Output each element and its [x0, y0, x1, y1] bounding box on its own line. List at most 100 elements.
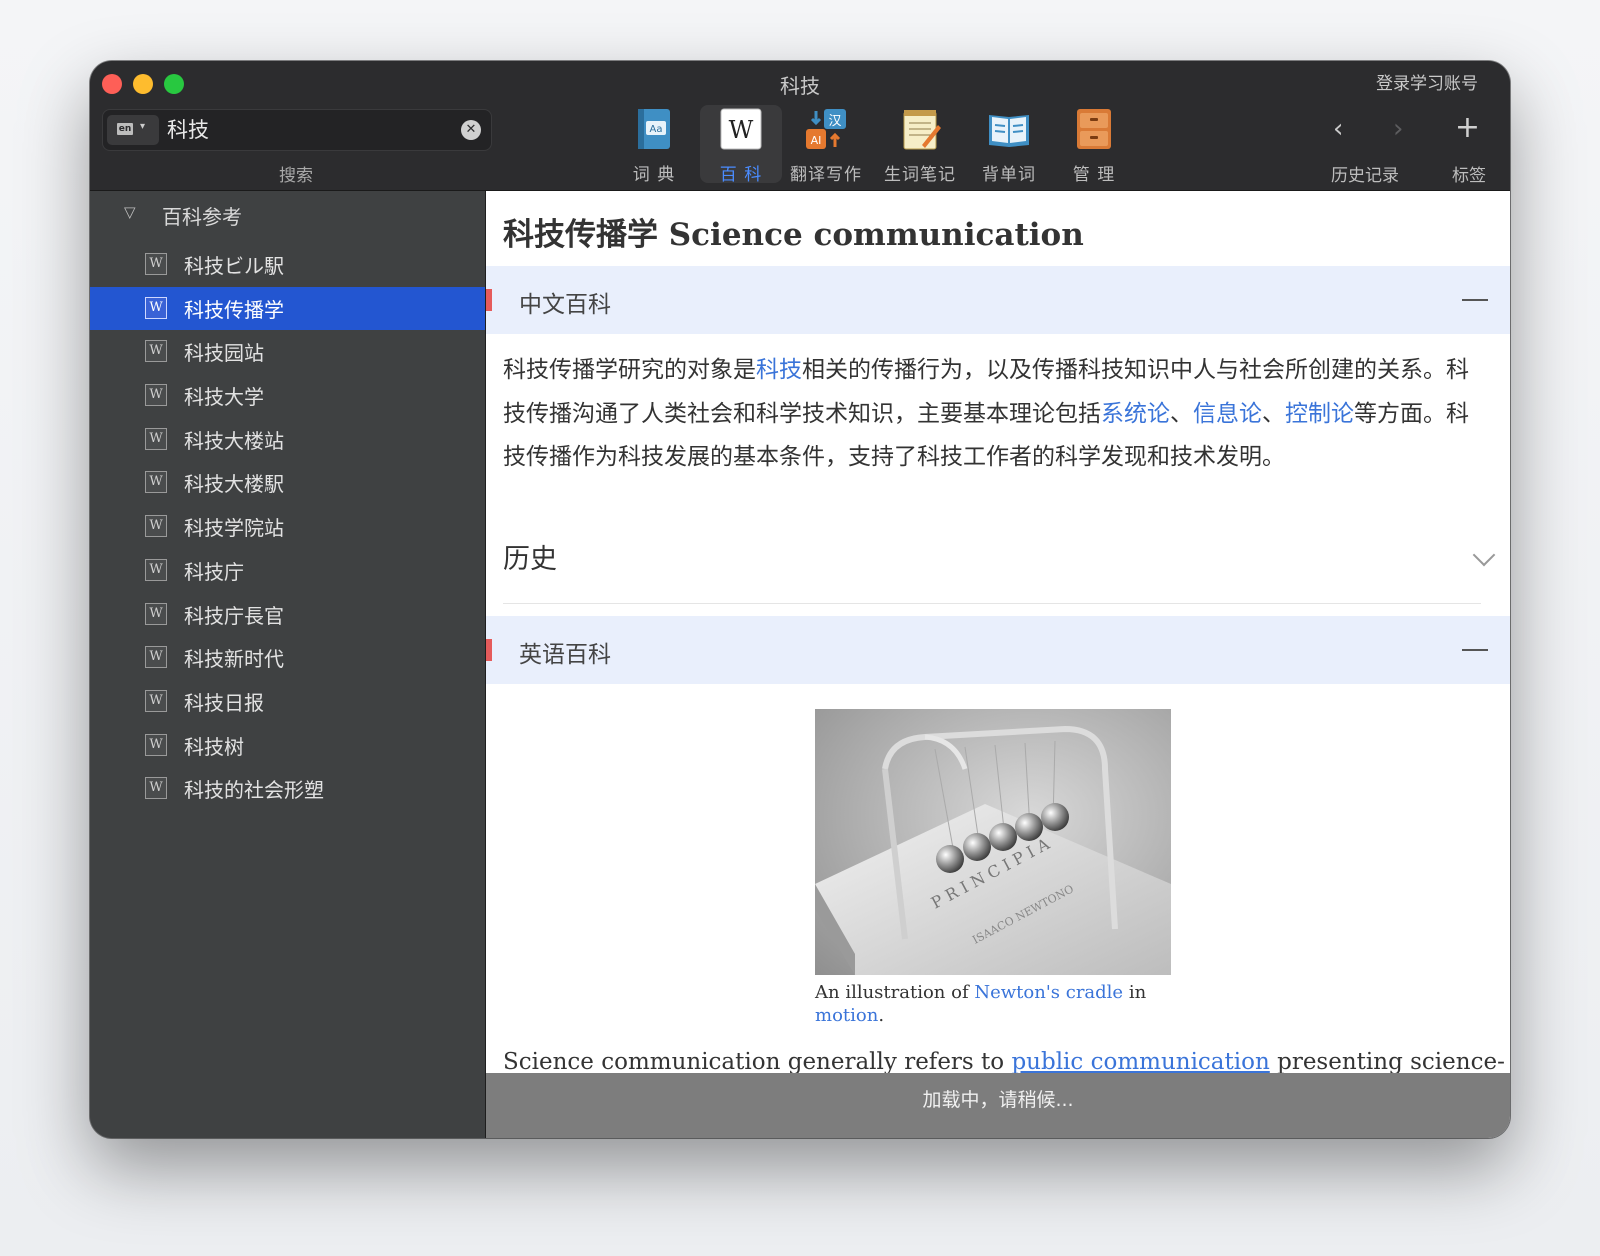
clear-search-icon[interactable]: ✕ — [461, 120, 481, 140]
sidebar-item[interactable]: W 科技大楼駅 — [90, 461, 485, 505]
text: 科技传播学研究的对象是 — [503, 357, 756, 383]
text: An illustration of — [815, 982, 975, 1003]
tool-translate[interactable]: 汉 AI 翻译写作 — [785, 105, 867, 185]
sidebar-item-label: 科技的社会形塑 — [184, 778, 324, 803]
sidebar-group-header[interactable]: ▽ 百科参考 — [90, 199, 485, 233]
text: Science communication generally refers t… — [503, 1049, 1012, 1075]
section-header-zh[interactable]: 中文百科 — [486, 266, 1510, 334]
text: 、 — [1262, 400, 1285, 427]
toolbar: 科技 登录学习账号 en ▾ ✕ 搜索 Aa 词 典 W — [90, 61, 1510, 191]
sidebar-item-label: 科技大楼駅 — [184, 472, 284, 497]
newtons-cradle-image[interactable]: P R I N C I P I A ISAACO NEWTONO — [815, 709, 1171, 975]
tool-label: 管 理 — [1072, 165, 1116, 185]
open-book-icon — [989, 115, 1029, 147]
ai-translate-icon: 汉 AI — [806, 109, 846, 149]
history-heading[interactable]: 历史 — [503, 537, 557, 576]
collapse-icon[interactable] — [1462, 649, 1488, 651]
search-input[interactable] — [167, 114, 457, 144]
link-systems-theory[interactable]: 系统论 — [1101, 401, 1170, 427]
window-title: 科技 — [780, 74, 820, 98]
tool-label: 翻译写作 — [790, 165, 862, 185]
svg-text:Aa: Aa — [650, 124, 663, 135]
sidebar-item-label: 科技学院站 — [184, 516, 284, 541]
search-box: en ▾ ✕ — [102, 109, 492, 151]
cabinet-icon — [1077, 109, 1111, 149]
tool-label: 百 科 — [719, 165, 763, 185]
login-link[interactable]: 登录学习账号 — [1376, 69, 1478, 94]
tool-encyclopedia[interactable]: W 百 科 — [700, 105, 782, 185]
back-arrow-icon[interactable]: ‹ — [1333, 116, 1343, 142]
tool-dictionary[interactable]: Aa 词 典 — [613, 105, 695, 185]
disclosure-triangle-icon[interactable]: ▽ — [124, 203, 136, 221]
wikipedia-entry-icon: W — [145, 296, 167, 319]
chevron-down-icon: ▾ — [140, 121, 146, 132]
sidebar-item-label: 科技ビル駅 — [184, 254, 284, 278]
sidebar-item-label: 科技树 — [184, 734, 244, 759]
sidebar-item[interactable]: W 科技树 — [90, 724, 485, 768]
forward-arrow-icon[interactable]: › — [1393, 116, 1403, 142]
sidebar-item[interactable]: W 科技学院站 — [90, 505, 485, 549]
svg-text:W: W — [729, 116, 754, 144]
language-selector[interactable]: en ▾ — [107, 115, 159, 145]
link-cybernetics[interactable]: 控制论 — [1285, 401, 1354, 427]
wikipedia-entry-icon: W — [145, 733, 167, 756]
add-bookmark-icon[interactable]: + — [1455, 113, 1480, 143]
link-motion[interactable]: motion — [815, 1005, 878, 1026]
tool-notes[interactable]: 生词笔记 — [877, 105, 963, 185]
en-paragraph: Science communication generally refers t… — [503, 1049, 1505, 1075]
sidebar-item[interactable]: W 科技大学 — [90, 374, 485, 418]
sidebar-item[interactable]: W 科技庁長官 — [90, 593, 485, 637]
wikipedia-entry-icon: W — [145, 777, 167, 800]
sidebar-item[interactable]: W 科技日报 — [90, 680, 485, 724]
dictionary-book-icon: Aa — [638, 109, 670, 149]
sidebar-item[interactable]: W 科技的社会形塑 — [90, 767, 485, 811]
text: . — [878, 1005, 885, 1026]
divider — [503, 603, 1481, 604]
text: presenting science- — [1269, 1049, 1505, 1075]
search-label: 搜索 — [279, 166, 313, 186]
text: in — [1123, 982, 1147, 1003]
sidebar-item-label: 科技大学 — [184, 385, 264, 410]
bookmark-label[interactable]: 标签 — [1452, 161, 1486, 186]
wikipedia-entry-icon: W — [145, 427, 167, 450]
section-title: 中文百科 — [519, 292, 611, 318]
sidebar-item[interactable]: W 科技庁 — [90, 549, 485, 593]
article-title: 科技传播学 Science communication — [503, 217, 1084, 253]
sidebar-item[interactable]: W 科技ビル駅 — [90, 243, 485, 287]
notepad-icon — [903, 110, 941, 150]
sidebar-item[interactable]: W 科技新时代 — [90, 636, 485, 680]
wikipedia-icon: W — [720, 108, 762, 150]
tool-manage[interactable]: 管 理 — [1053, 105, 1135, 185]
tool-vocab[interactable]: 背单词 — [968, 105, 1050, 185]
sidebar-item[interactable]: W 科技大楼站 — [90, 418, 485, 462]
text: 、 — [1170, 400, 1193, 427]
wikipedia-entry-icon: W — [145, 558, 167, 581]
image-caption: An illustration of Newton's cradle in mo… — [815, 981, 1155, 1027]
section-header-en[interactable]: 英语百科 — [486, 616, 1510, 684]
sidebar-item[interactable]: W 科技传播学 — [90, 286, 485, 331]
link-newtons-cradle[interactable]: Newton's cradle — [974, 982, 1123, 1003]
wikipedia-entry-icon: W — [145, 253, 167, 275]
wikipedia-entry-icon: W — [145, 384, 167, 407]
sidebar-item-label: 科技庁 — [184, 559, 244, 584]
loading-status: 加载中，请稍候... — [486, 1073, 1510, 1138]
sidebar-list: W 科技ビル駅 W 科技传播学 W 科技园站 W 科技大学 W 科技大楼站 W 科技大楼駅 W 科技学院站… — [90, 243, 485, 811]
link-public-communication[interactable]: public communication — [1011, 1049, 1269, 1075]
link-information-theory[interactable]: 信息论 — [1193, 401, 1262, 427]
sidebar-item[interactable]: W 科技园站 — [90, 330, 485, 374]
collapse-icon[interactable] — [1462, 299, 1488, 301]
section-marker — [486, 639, 492, 661]
sidebar: ▽ 百科参考 W 科技ビル駅 W 科技传播学 W 科技园站 W 科技大学 W 科技大楼站 W 科技大楼… — [90, 191, 486, 1138]
history-label[interactable]: 历史记录 — [1331, 161, 1399, 186]
section-title: 英语百科 — [519, 642, 611, 668]
sidebar-item-label: 科技传播学 — [184, 297, 284, 322]
wikipedia-entry-icon: W — [145, 340, 167, 363]
link-keji[interactable]: 科技 — [756, 357, 802, 383]
chevron-down-icon[interactable] — [1472, 543, 1496, 567]
wikipedia-entry-icon: W — [145, 515, 167, 538]
newtons-cradle-illustration: P R I N C I P I A ISAACO NEWTONO — [815, 725, 1171, 975]
app-window: 科技 登录学习账号 en ▾ ✕ 搜索 Aa 词 典 W — [90, 61, 1510, 1138]
svg-text:AI: AI — [811, 134, 822, 147]
sidebar-item-label: 科技庁長官 — [184, 603, 284, 628]
tool-label: 生词笔记 — [884, 165, 956, 185]
